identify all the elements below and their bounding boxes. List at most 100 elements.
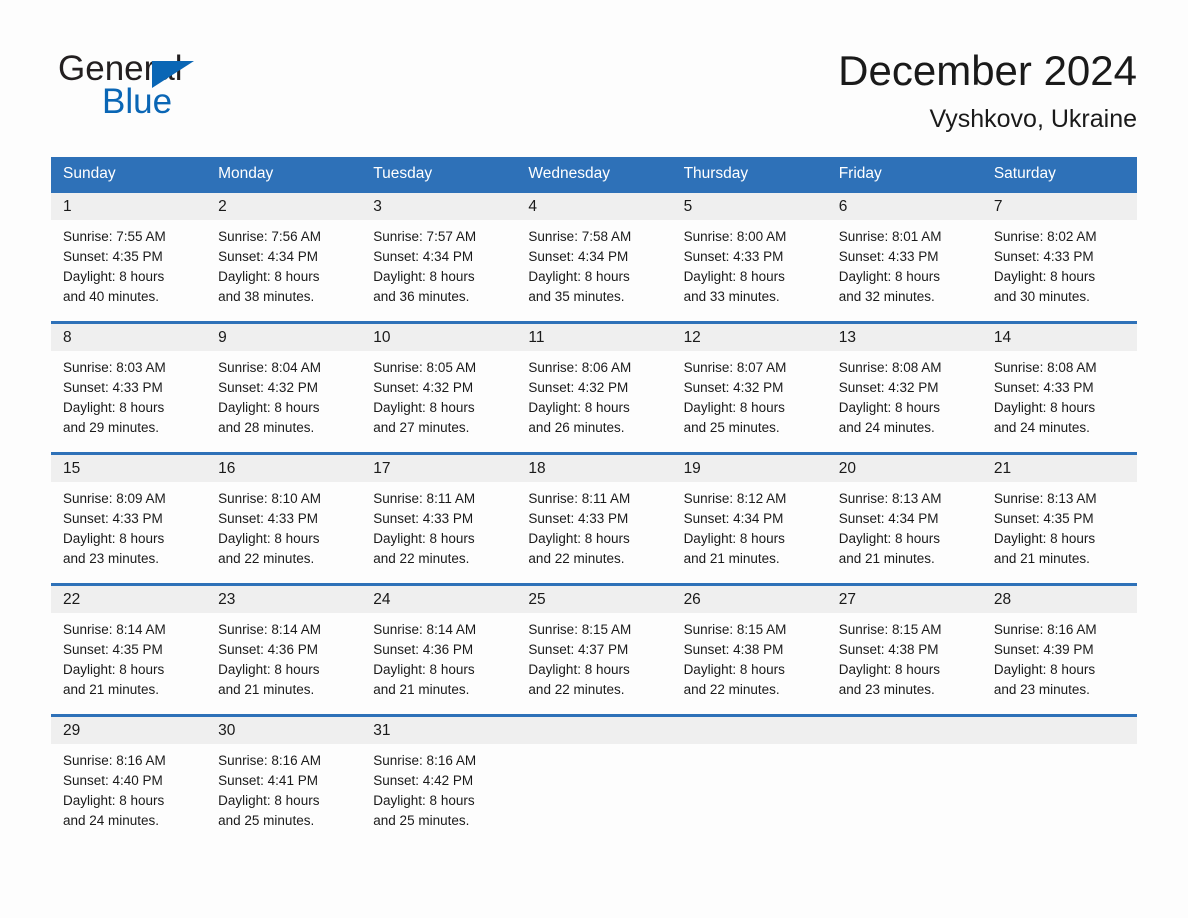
daylight-text-line1: Daylight: 8 hours [993,400,1096,415]
daylight-text-line1: Daylight: 8 hours [528,269,630,284]
daylight-text-line2: and 22 minutes. [528,682,625,697]
daylight-text-line1: Daylight: 8 hours [63,793,165,808]
day-info: Sunrise: 8:16 AM Sunset: 4:42 PM Dayligh… [361,744,516,831]
sunrise-text: Sunrise: 8:15 AM [528,622,632,637]
day-cell[interactable]: 31 Sunrise: 8:16 AM Sunset: 4:42 PM Dayl… [361,717,517,845]
day-info: Sunrise: 7:57 AM Sunset: 4:34 PM Dayligh… [361,220,516,307]
sunrise-text: Sunrise: 7:57 AM [373,229,477,244]
sunrise-text: Sunrise: 8:05 AM [373,360,477,375]
day-cell[interactable]: 15 Sunrise: 8:09 AM Sunset: 4:33 PM Dayl… [51,455,207,583]
day-info: Sunrise: 8:10 AM Sunset: 4:33 PM Dayligh… [206,482,361,569]
day-info: Sunrise: 8:16 AM Sunset: 4:40 PM Dayligh… [51,744,206,831]
day-cell[interactable]: 5 Sunrise: 8:00 AM Sunset: 4:33 PM Dayli… [671,193,827,321]
sunrise-text: Sunrise: 8:12 AM [683,491,787,506]
day-number: 5 [671,193,827,220]
day-cell[interactable]: 7 Sunrise: 8:02 AM Sunset: 4:33 PM Dayli… [981,193,1137,321]
day-info: Sunrise: 8:08 AM Sunset: 4:32 PM Dayligh… [827,351,982,438]
day-info: Sunrise: 8:11 AM Sunset: 4:33 PM Dayligh… [361,482,516,569]
sunrise-text: Sunrise: 8:14 AM [373,622,477,637]
daylight-text-line2: and 22 minutes. [373,551,470,566]
daylight-text-line2: and 21 minutes. [63,682,160,697]
sunrise-text: Sunrise: 8:08 AM [993,360,1097,375]
daylight-text-line2: and 32 minutes. [838,289,935,304]
sunrise-text: Sunrise: 8:07 AM [683,360,787,375]
daylight-text-line1: Daylight: 8 hours [993,531,1096,546]
daylight-text-line2: and 40 minutes. [63,289,160,304]
day-cell[interactable]: 3 Sunrise: 7:57 AM Sunset: 4:34 PM Dayli… [361,193,517,321]
day-cell[interactable]: 10 Sunrise: 8:05 AM Sunset: 4:32 PM Dayl… [361,324,517,452]
sunrise-text: Sunrise: 7:58 AM [528,229,632,244]
day-info: Sunrise: 7:58 AM Sunset: 4:34 PM Dayligh… [516,220,671,307]
day-cell[interactable]: 23 Sunrise: 8:14 AM Sunset: 4:36 PM Dayl… [206,586,362,714]
sunrise-text: Sunrise: 8:11 AM [528,491,631,506]
day-cell[interactable]: 21 Sunrise: 8:13 AM Sunset: 4:35 PM Dayl… [981,455,1137,583]
sunrise-text: Sunrise: 8:01 AM [838,229,942,244]
weekday-header-sunday: Sunday [63,165,116,182]
sunset-text: Sunset: 4:32 PM [373,380,474,395]
daylight-text-line1: Daylight: 8 hours [373,662,475,677]
day-cell[interactable]: 1 Sunrise: 7:55 AM Sunset: 4:35 PM Dayli… [51,193,207,321]
daylight-text-line2: and 25 minutes. [218,813,315,828]
title-block: December 2024 Vyshkovo, Ukraine [838,46,1137,134]
day-cell[interactable]: 20 Sunrise: 8:13 AM Sunset: 4:34 PM Dayl… [826,455,982,583]
daylight-text-line2: and 21 minutes. [683,551,780,566]
day-info: Sunrise: 8:02 AM Sunset: 4:33 PM Dayligh… [982,220,1137,307]
day-cell[interactable]: 17 Sunrise: 8:11 AM Sunset: 4:33 PM Dayl… [361,455,517,583]
day-cell[interactable]: 26 Sunrise: 8:15 AM Sunset: 4:38 PM Dayl… [671,586,827,714]
day-info: Sunrise: 8:01 AM Sunset: 4:33 PM Dayligh… [827,220,982,307]
daylight-text-line1: Daylight: 8 hours [218,400,320,415]
logo-text-blue: Blue [102,82,173,121]
day-number: 26 [671,586,827,613]
sunrise-text: Sunrise: 8:10 AM [218,491,321,506]
day-cell[interactable]: 2 Sunrise: 7:56 AM Sunset: 4:34 PM Dayli… [206,193,362,321]
sunset-text: Sunset: 4:32 PM [218,380,318,395]
day-number: 31 [361,717,517,744]
day-cell[interactable]: 9 Sunrise: 8:04 AM Sunset: 4:32 PM Dayli… [206,324,362,452]
weekday-header-thursday: Thursday [683,165,749,182]
day-cell[interactable]: 28 Sunrise: 8:16 AM Sunset: 4:39 PM Dayl… [981,586,1137,714]
day-number: 13 [826,324,982,351]
day-cell[interactable]: 24 Sunrise: 8:14 AM Sunset: 4:36 PM Dayl… [361,586,517,714]
day-info: Sunrise: 8:04 AM Sunset: 4:32 PM Dayligh… [206,351,361,438]
sunset-text: Sunset: 4:36 PM [373,642,474,657]
day-cell[interactable]: 27 Sunrise: 8:15 AM Sunset: 4:38 PM Dayl… [826,586,982,714]
day-cell[interactable]: 14 Sunrise: 8:08 AM Sunset: 4:33 PM Dayl… [981,324,1137,452]
day-cell[interactable]: 8 Sunrise: 8:03 AM Sunset: 4:33 PM Dayli… [51,324,207,452]
generalblue-logo[interactable]: General Blue [58,50,318,121]
day-cell[interactable]: 4 Sunrise: 7:58 AM Sunset: 4:34 PM Dayli… [516,193,672,321]
daylight-text-line1: Daylight: 8 hours [528,400,630,415]
daylight-text-line1: Daylight: 8 hours [63,662,165,677]
daylight-text-line1: Daylight: 8 hours [373,793,475,808]
sunrise-text: Sunrise: 8:08 AM [838,360,942,375]
daylight-text-line2: and 28 minutes. [218,420,315,435]
daylight-text-line1: Daylight: 8 hours [63,400,165,415]
day-cell[interactable]: 19 Sunrise: 8:12 AM Sunset: 4:34 PM Dayl… [671,455,827,583]
day-cell[interactable]: 13 Sunrise: 8:08 AM Sunset: 4:32 PM Dayl… [826,324,982,452]
sunrise-text: Sunrise: 7:56 AM [218,229,321,244]
day-cell-empty [516,717,672,845]
weekday-header-tuesday: Tuesday [373,165,433,182]
day-cell[interactable]: 22 Sunrise: 8:14 AM Sunset: 4:35 PM Dayl… [51,586,207,714]
day-cell[interactable]: 11 Sunrise: 8:06 AM Sunset: 4:32 PM Dayl… [516,324,672,452]
sunrise-text: Sunrise: 8:03 AM [63,360,166,375]
day-cell[interactable]: 25 Sunrise: 8:15 AM Sunset: 4:37 PM Dayl… [516,586,672,714]
day-cell[interactable]: 16 Sunrise: 8:10 AM Sunset: 4:33 PM Dayl… [206,455,362,583]
page-header: General Blue December 2024 Vyshkovo, Ukr… [0,0,1188,155]
day-cell[interactable]: 29 Sunrise: 8:16 AM Sunset: 4:40 PM Dayl… [51,717,207,845]
daylight-text-line1: Daylight: 8 hours [683,269,785,284]
daylight-text-line2: and 21 minutes. [218,682,315,697]
day-info: Sunrise: 8:16 AM Sunset: 4:39 PM Dayligh… [982,613,1137,700]
day-cell[interactable]: 6 Sunrise: 8:01 AM Sunset: 4:33 PM Dayli… [826,193,982,321]
day-cell[interactable]: 30 Sunrise: 8:16 AM Sunset: 4:41 PM Dayl… [206,717,362,845]
day-info: Sunrise: 8:14 AM Sunset: 4:36 PM Dayligh… [206,613,361,700]
daylight-text-line1: Daylight: 8 hours [373,269,475,284]
day-number: 19 [671,455,827,482]
day-info: Sunrise: 8:15 AM Sunset: 4:38 PM Dayligh… [827,613,982,700]
daylight-text-line1: Daylight: 8 hours [528,662,630,677]
sunset-text: Sunset: 4:33 PM [993,380,1094,395]
day-info: Sunrise: 8:06 AM Sunset: 4:32 PM Dayligh… [516,351,671,438]
daylight-text-line1: Daylight: 8 hours [63,531,165,546]
day-cell[interactable]: 18 Sunrise: 8:11 AM Sunset: 4:33 PM Dayl… [516,455,672,583]
sunrise-text: Sunrise: 8:13 AM [838,491,942,506]
day-cell[interactable]: 12 Sunrise: 8:07 AM Sunset: 4:32 PM Dayl… [671,324,827,452]
